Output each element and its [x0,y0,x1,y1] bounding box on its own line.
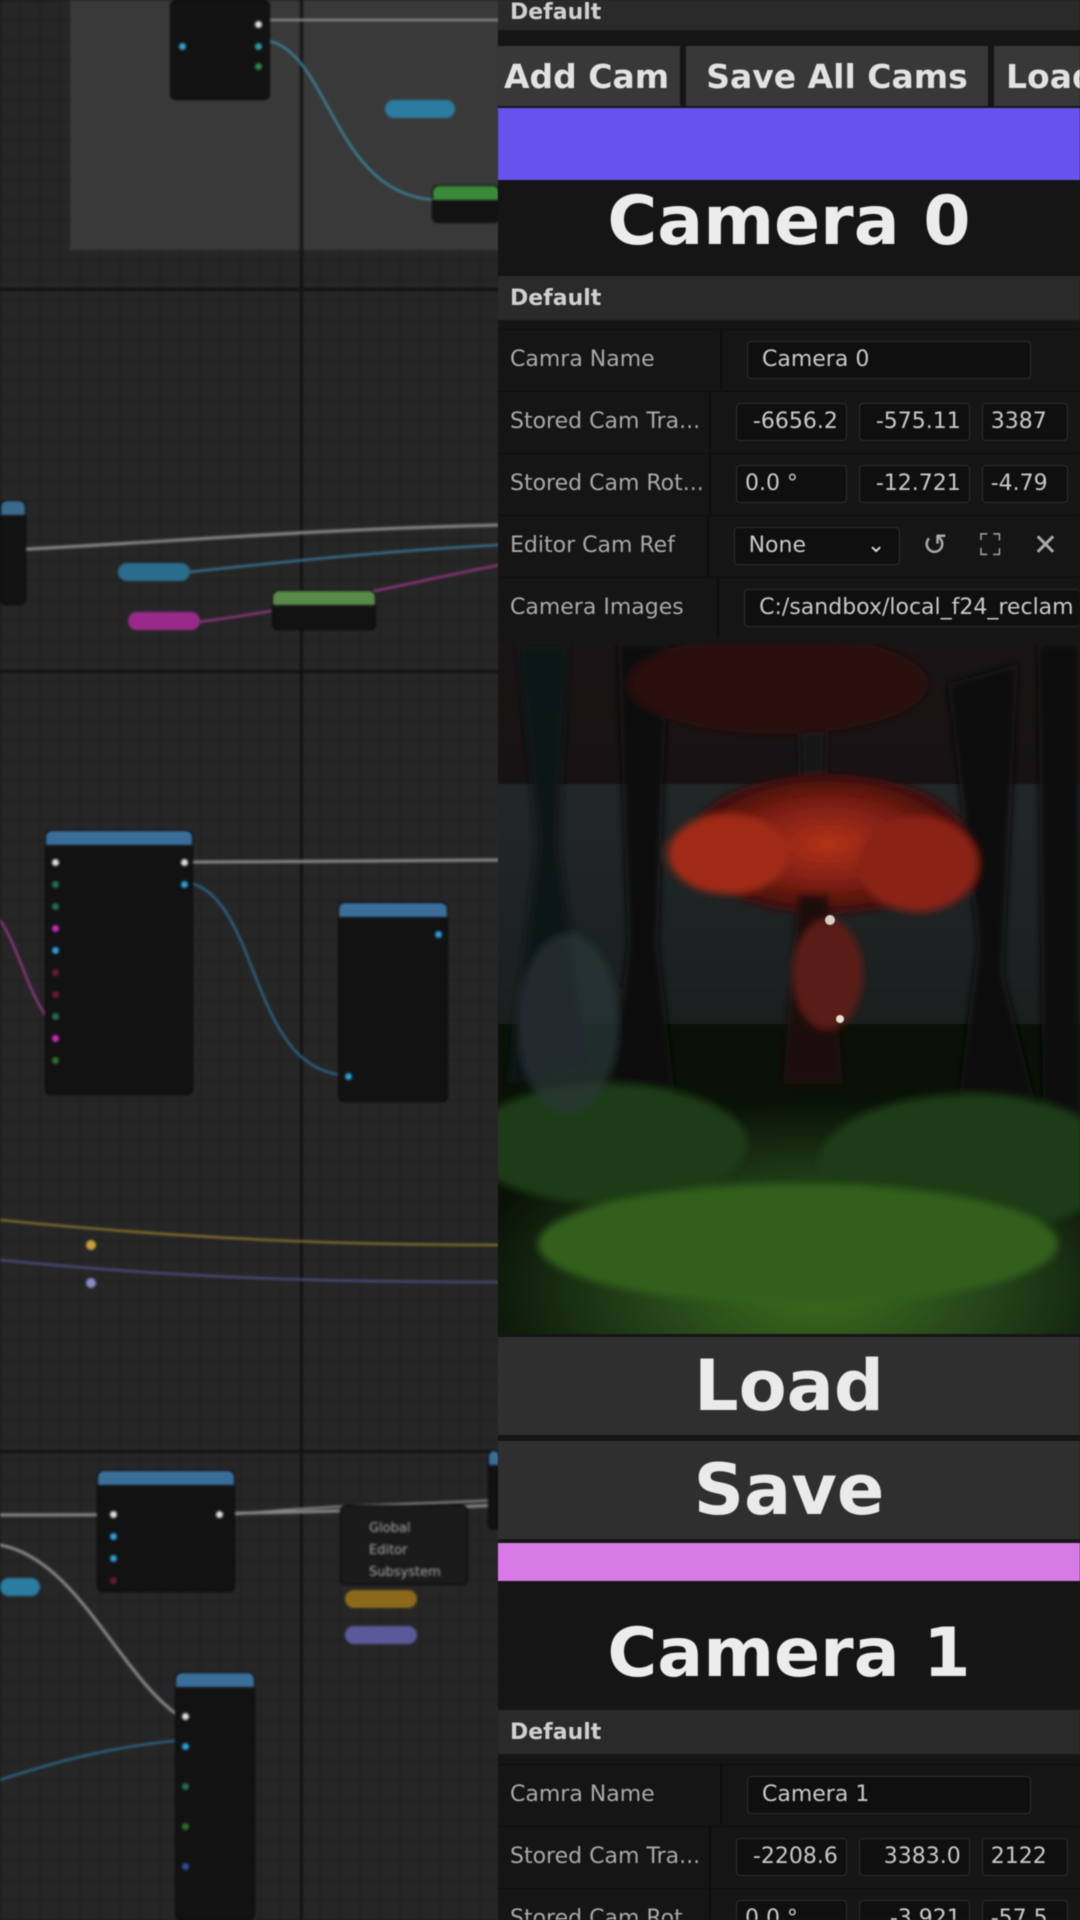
camera-1-title: Camera 1 [607,1614,971,1693]
camera-0-images-row: Camera Images C:/sandbox/local_f24_recla… [498,577,1080,638]
graph-node[interactable] [338,902,448,1102]
rotation-z-input[interactable]: -4.79 [981,464,1068,503]
toolbar: Add Cam Save All Cams Load [498,46,1080,106]
camera-0-rotation-row: Stored Cam Rot... 0.0 ° -12.721 -4.79 [498,453,1080,514]
graph-node[interactable] [272,590,376,630]
translation-y-input[interactable]: 3383.0 [858,1837,970,1876]
stored-cam-translation-label: Stored Cam Tra... [510,1844,701,1869]
category-header-default[interactable]: Default [498,0,1080,30]
stored-cam-rotation-label: Stored Cam Rot... [510,1906,704,1920]
details-panel: Default Add Cam Save All Cams Load Camer… [498,0,1080,1920]
camera-1-category-default[interactable]: Default [498,1710,1080,1754]
camera-1-rotation-row: Stored Cam Rot... 0.0 ° -3.921 -57.5 [498,1888,1080,1920]
translation-x-input[interactable]: -2208.6 [735,1837,847,1876]
camera-0-editor-ref-row: Editor Cam Ref None ⌄ ↺ ⛶ ✕ [498,515,1080,576]
rotation-x-input[interactable]: 0.0 ° [735,1899,847,1920]
variable-node[interactable] [0,1578,40,1596]
enum-option-global[interactable]: Global [369,1518,441,1540]
translation-y-input[interactable]: -575.11 [858,402,970,441]
camera-0-title: Camera 0 [607,182,971,261]
camera-0-category-default[interactable]: Default [498,276,1080,320]
camera-0-translation-row: Stored Cam Tra... -6656.2 -575.11 3387 [498,391,1080,452]
editor-cam-ref-dropdown[interactable]: None ⌄ [733,526,901,565]
rotation-z-input[interactable]: -57.5 [981,1899,1068,1920]
camera-1-color-bar [498,1543,1080,1581]
camera-name-input[interactable]: Camera 0 [747,340,1031,379]
variable-node[interactable] [128,612,200,630]
translation-z-input[interactable]: 3387 [981,402,1068,441]
translation-x-input[interactable]: -6656.2 [735,402,847,441]
variable-node[interactable] [345,1590,417,1608]
use-selected-icon[interactable]: ↺ [914,524,955,568]
graph-node[interactable] [97,1470,235,1592]
variable-node[interactable] [118,563,190,581]
editor-cam-ref-label: Editor Cam Ref [510,533,675,558]
graph-node[interactable] [170,0,270,100]
category-label: Default [510,0,602,25]
camera-0-color-bar [498,108,1080,180]
stored-cam-translation-label: Stored Cam Tra... [510,409,701,434]
enum-dropdown-node[interactable]: Global Editor Subsystem [340,1505,468,1585]
blueprint-graph[interactable]: Global Editor Subsystem [0,0,500,1920]
translation-z-input[interactable]: 2122 [981,1837,1068,1876]
category-label: Default [510,285,602,311]
browse-icon[interactable]: ⛶ [970,524,1011,568]
graph-node[interactable] [432,185,500,223]
save-all-cams-button[interactable]: Save All Cams [686,46,988,106]
stored-cam-rotation-label: Stored Cam Rot... [510,471,704,496]
camera-1-name-row: Camra Name Camera 1 [498,1764,1080,1825]
add-cam-button[interactable]: Add Cam [498,46,680,106]
camera-images-label: Camera Images [510,595,684,620]
camera-0-preview-image [498,644,1080,1334]
chevron-down-icon: ⌄ [866,533,886,558]
rotation-y-input[interactable]: -12.721 [858,464,970,503]
camera-name-label: Camra Name [510,1782,655,1807]
variable-node[interactable] [345,1626,417,1644]
camera-images-path-input[interactable]: C:/sandbox/local_f24_reclam [744,588,1080,627]
rotation-x-input[interactable]: 0.0 ° [735,464,847,503]
camera-0-name-row: Camra Name Camera 0 [498,329,1080,390]
enum-option-subsystem[interactable]: Subsystem [369,1562,441,1584]
rotation-y-input[interactable]: -3.921 [858,1899,970,1920]
graph-node[interactable] [45,830,193,1095]
camera-0-load-button[interactable]: Load [498,1337,1080,1435]
category-label: Default [510,1719,602,1745]
graph-node[interactable] [175,1672,255,1920]
camera-name-input[interactable]: Camera 1 [747,1775,1031,1814]
camera-1-translation-row: Stored Cam Tra... -2208.6 3383.0 2122 [498,1826,1080,1887]
camera-name-label: Camra Name [510,347,655,372]
graph-node[interactable] [0,500,26,605]
camera-0-save-button[interactable]: Save [498,1441,1080,1539]
editor-cam-ref-value: None [748,533,806,558]
enum-option-editor[interactable]: Editor [369,1540,441,1562]
variable-node[interactable] [385,100,455,118]
clear-icon[interactable]: ✕ [1025,524,1066,568]
forest-scene-image [498,644,1080,1334]
load-button[interactable]: Load [994,46,1080,106]
